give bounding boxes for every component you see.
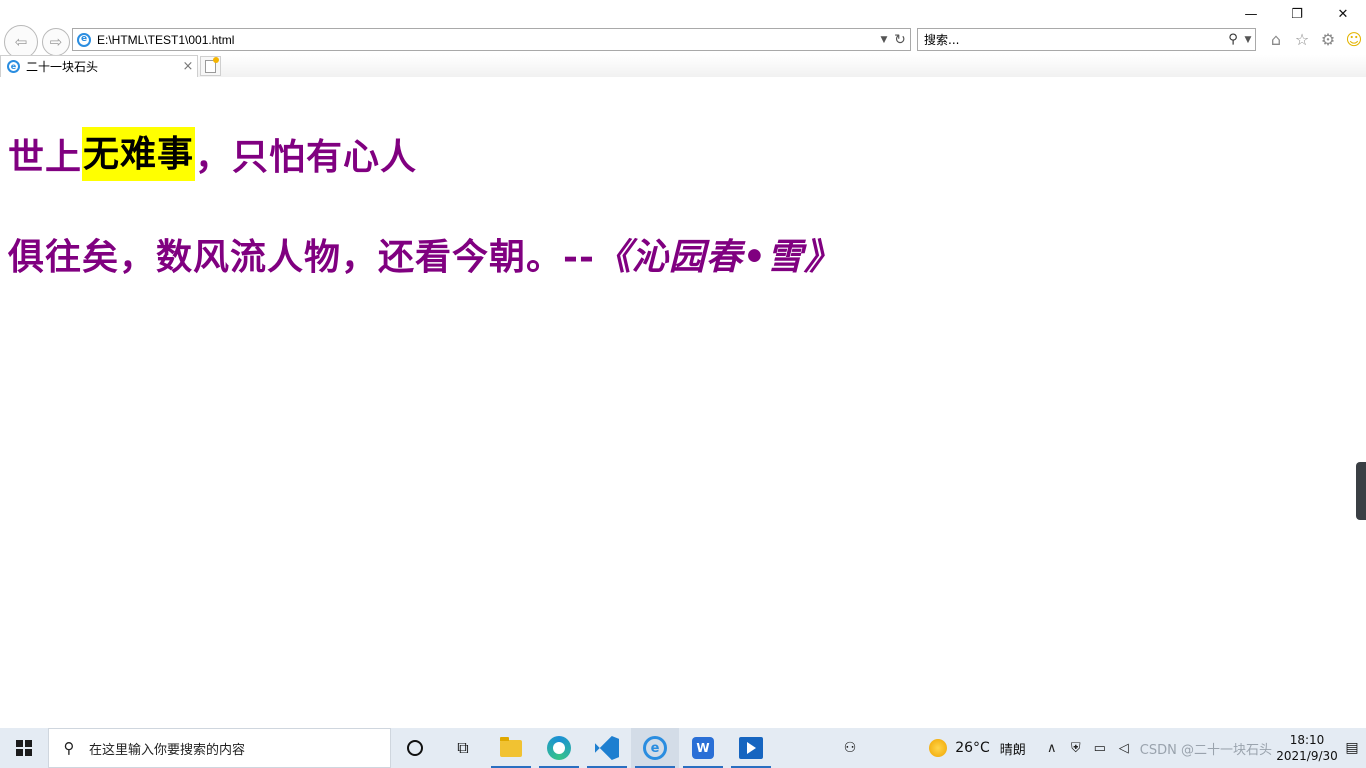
- media-player-icon: [739, 737, 763, 759]
- taskbar: ⚲ 在这里输入你要搜索的内容 ⧉ e W ⚇ 26°C 晴朗 ∧ ⛨ ▭ ◁ C…: [0, 728, 1366, 768]
- address-text[interactable]: E:\HTML\TEST1\001.html: [97, 33, 878, 47]
- cortana-icon: [407, 740, 423, 756]
- chevron-up-icon[interactable]: ∧: [1040, 741, 1064, 756]
- address-bar[interactable]: e E:\HTML\TEST1\001.html ▼ ↻: [72, 28, 911, 51]
- notification-icon[interactable]: ▤: [1338, 740, 1366, 756]
- shield-icon[interactable]: ⛨: [1064, 741, 1088, 756]
- sun-icon[interactable]: [929, 739, 948, 757]
- page-content: 世上 无难事 ，只怕有心人 俱往矣，数风流人物，还看今朝。-- 《沁园春•雪》: [0, 77, 1366, 728]
- search-dropdown-icon[interactable]: ▼: [1241, 35, 1255, 45]
- weather-desc[interactable]: 晴朗: [1000, 739, 1026, 758]
- edge-button[interactable]: [535, 728, 583, 768]
- internet-explorer-icon: e: [643, 736, 667, 760]
- search-icon: ⚲: [63, 739, 75, 757]
- wps-icon: W: [692, 737, 714, 759]
- refresh-icon[interactable]: ↻: [890, 32, 910, 48]
- tab-active[interactable]: e 二十一块石头 ×: [0, 55, 198, 77]
- back-arrow-icon: ⇦: [14, 33, 28, 51]
- gear-icon[interactable]: ⚙: [1318, 28, 1338, 50]
- tab-strip: e 二十一块石头 ×: [0, 55, 1366, 77]
- task-view-icon: ⧉: [457, 738, 469, 757]
- vscode-button[interactable]: [583, 728, 631, 768]
- forward-arrow-icon: ⇨: [49, 33, 63, 51]
- search-input[interactable]: 搜索...: [924, 31, 1225, 48]
- edge-icon: [547, 736, 571, 760]
- home-icon[interactable]: ⌂: [1266, 28, 1286, 50]
- navigation-bar: ⇦ ⇨ e E:\HTML\TEST1\001.html ▼ ↻ 搜索... ⚲…: [0, 22, 1366, 59]
- line2-text: 俱往矣，数风流人物，还看今朝。--: [8, 236, 595, 278]
- back-button[interactable]: ⇦: [4, 25, 38, 59]
- windows-logo-icon: [16, 740, 32, 756]
- weather-temp[interactable]: 26°C: [955, 740, 990, 756]
- start-button[interactable]: [0, 728, 48, 768]
- heading-line-2: 俱往矣，数风流人物，还看今朝。-- 《沁园春•雪》: [8, 229, 841, 279]
- clock-date: 2021/9/30: [1276, 749, 1338, 763]
- new-tab-button[interactable]: [200, 56, 221, 76]
- forward-button[interactable]: ⇨: [42, 28, 70, 56]
- highlighted-text: 无难事: [82, 127, 196, 181]
- new-tab-icon: [205, 56, 219, 73]
- clock[interactable]: 18:10 2021/9/30: [1276, 732, 1338, 764]
- system-tray: 26°C 晴朗 ∧ ⛨ ▭ ◁ CSDN @二十一块石头 18:10 2021/…: [929, 728, 1366, 768]
- wps-button[interactable]: W: [679, 728, 727, 768]
- battery-icon[interactable]: ▭: [1088, 741, 1112, 756]
- watermark-text: CSDN @二十一块石头: [1139, 742, 1272, 758]
- line1-suffix: ，只怕有心人: [195, 136, 418, 178]
- heading-line-1: 世上 无难事 ，只怕有心人: [8, 127, 417, 181]
- taskbar-search-input[interactable]: 在这里输入你要搜索的内容: [89, 739, 245, 758]
- ie-tab-icon: e: [7, 60, 20, 73]
- taskbar-search[interactable]: ⚲ 在这里输入你要搜索的内容: [48, 728, 391, 768]
- task-view-button[interactable]: ⧉: [439, 728, 487, 768]
- ie-page-icon: e: [77, 32, 91, 47]
- search-box[interactable]: 搜索... ⚲ ▼: [917, 28, 1256, 51]
- folder-icon: [500, 736, 522, 757]
- line1-prefix: 世上: [8, 136, 83, 178]
- poem-title: 《沁园春•雪》: [594, 236, 841, 278]
- tab-title: 二十一块石头: [26, 60, 99, 74]
- browser-toolbar: ⌂ ☆ ⚙ ☺: [1266, 28, 1364, 50]
- side-scroll-handle[interactable]: [1356, 462, 1366, 520]
- media-player-button[interactable]: [727, 728, 775, 768]
- smiley-icon[interactable]: ☺: [1344, 28, 1364, 50]
- clock-time: 18:10: [1289, 733, 1325, 747]
- internet-explorer-button[interactable]: e: [631, 728, 679, 768]
- people-icon[interactable]: ⚇: [835, 740, 865, 756]
- volume-icon[interactable]: ◁: [1112, 741, 1136, 756]
- browser-window: — ❐ ✕ ⇦ ⇨ e E:\HTML\TEST1\001.html ▼ ↻ 搜…: [0, 0, 1366, 728]
- star-icon[interactable]: ☆: [1292, 28, 1312, 50]
- file-explorer-button[interactable]: [487, 728, 535, 768]
- cortana-button[interactable]: [391, 728, 439, 768]
- tab-close-icon[interactable]: ×: [179, 59, 197, 74]
- search-icon[interactable]: ⚲: [1225, 32, 1241, 47]
- address-dropdown-icon[interactable]: ▼: [878, 35, 890, 45]
- vscode-icon: [595, 736, 619, 760]
